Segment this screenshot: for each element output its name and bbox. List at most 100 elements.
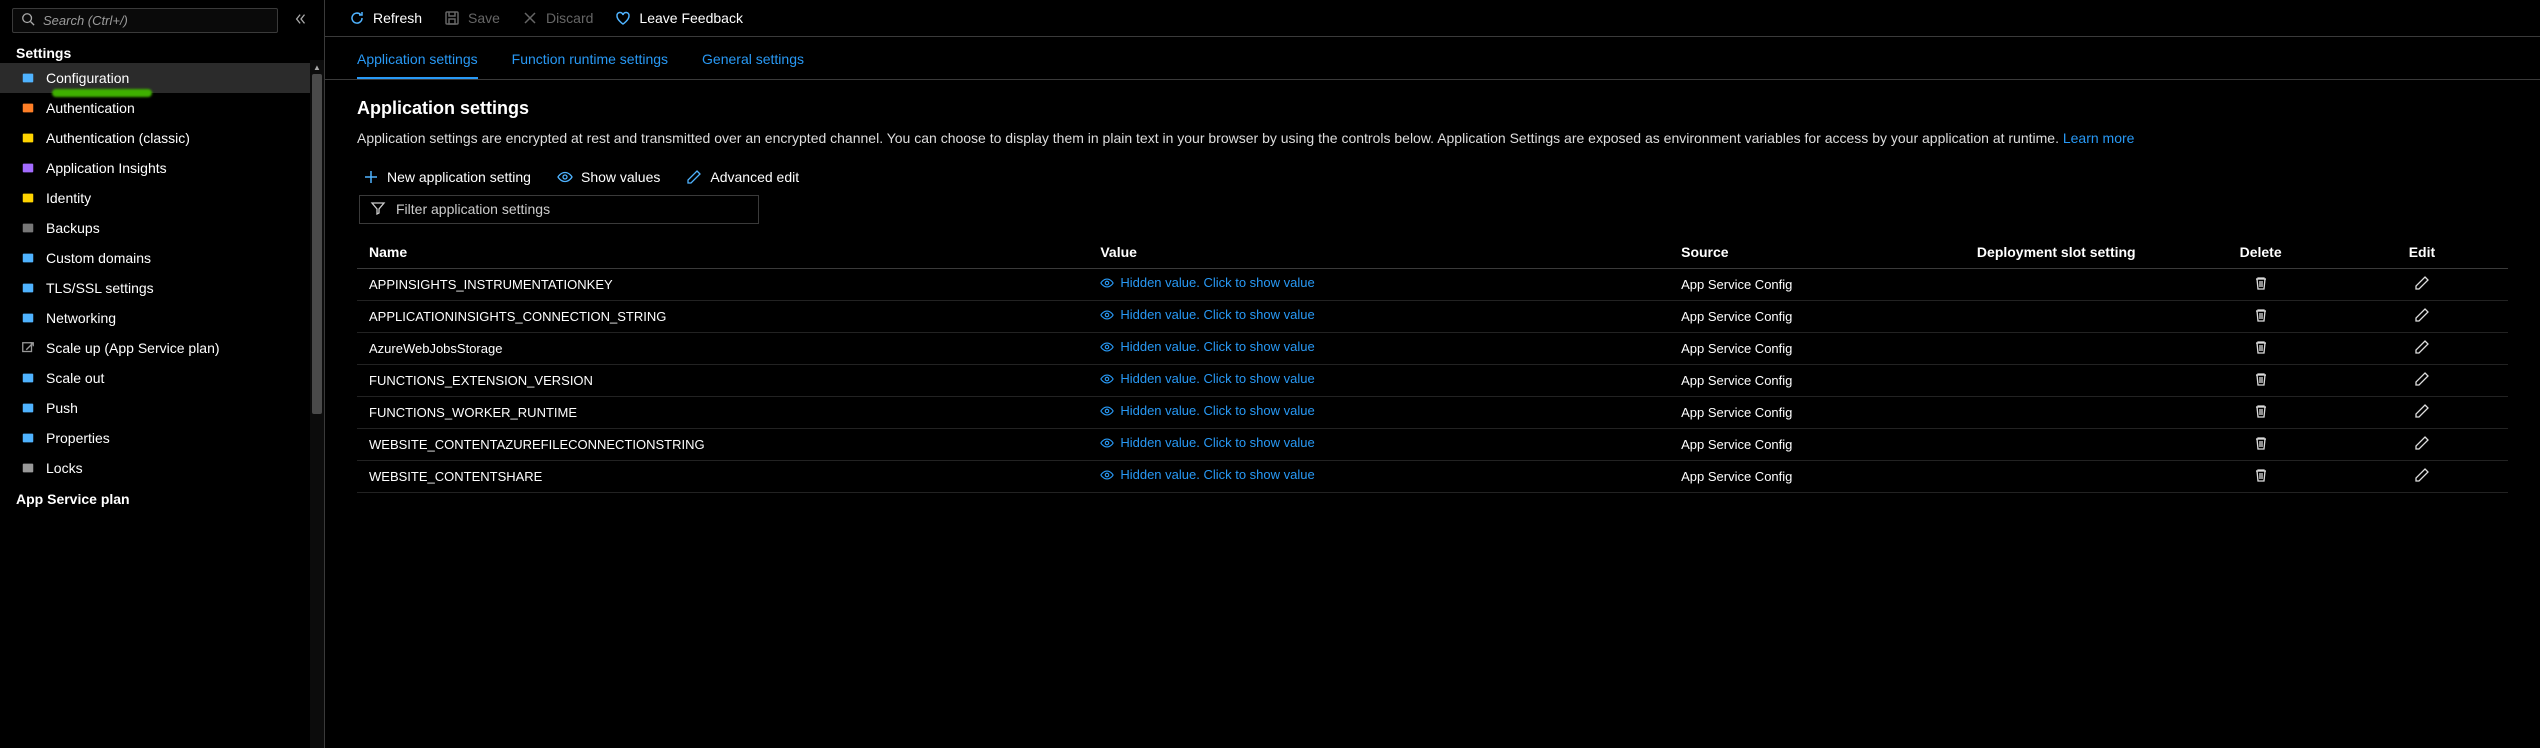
tab-function-runtime-settings[interactable]: Function runtime settings <box>512 51 668 79</box>
column-deployment-slot-setting[interactable]: Deployment slot setting <box>1927 236 2185 269</box>
advanced-edit-label: Advanced edit <box>710 169 799 185</box>
table-row: FUNCTIONS_EXTENSION_VERSIONHidden value.… <box>357 364 2508 396</box>
sidebar-item-label: Backups <box>46 220 100 236</box>
column-source[interactable]: Source <box>1669 236 1927 269</box>
sidebar-item-label: Networking <box>46 310 116 326</box>
new-setting-button[interactable]: New application setting <box>363 169 531 185</box>
sidebar-item-label: Properties <box>46 430 110 446</box>
hidden-value-link[interactable]: Hidden value. Click to show value <box>1100 403 1314 418</box>
sidebar-item-scale-up-app-service-plan[interactable]: Scale up (App Service plan) <box>0 333 324 363</box>
hidden-value-link[interactable]: Hidden value. Click to show value <box>1100 467 1314 482</box>
sidebar-item-label: TLS/SSL settings <box>46 280 154 296</box>
lock-icon <box>20 460 36 476</box>
hidden-value-link[interactable]: Hidden value. Click to show value <box>1100 275 1314 290</box>
cell-slot <box>1927 460 2185 492</box>
feedback-button[interactable]: Leave Feedback <box>615 10 743 26</box>
network-icon <box>20 310 36 326</box>
save-button[interactable]: Save <box>444 10 500 26</box>
filter-input[interactable] <box>394 200 748 218</box>
delete-button[interactable] <box>2253 407 2269 422</box>
sidebar-item-properties[interactable]: Properties <box>0 423 324 453</box>
save-label: Save <box>468 10 500 26</box>
sidebar-item-authentication-classic[interactable]: Authentication (classic) <box>0 123 324 153</box>
sidebar-item-label: Authentication <box>46 100 135 116</box>
cell-source: App Service Config <box>1669 300 1927 332</box>
sidebar-item-configuration[interactable]: Configuration <box>0 63 324 93</box>
collapse-sidebar-button[interactable] <box>290 8 312 33</box>
cell-name: WEBSITE_CONTENTAZUREFILECONNECTIONSTRING <box>357 428 1088 460</box>
sliders-icon <box>20 70 36 86</box>
sidebar-item-authentication[interactable]: Authentication <box>0 93 324 123</box>
shield-icon <box>20 280 36 296</box>
refresh-icon <box>349 10 365 26</box>
sidebar-item-label: Scale up (App Service plan) <box>46 340 220 356</box>
feedback-label: Leave Feedback <box>639 10 743 26</box>
sidebar: Settings Configuration Authentication Au… <box>0 0 325 748</box>
sidebar-item-networking[interactable]: Networking <box>0 303 324 333</box>
search-input[interactable] <box>41 12 269 29</box>
search-box[interactable] <box>12 8 278 33</box>
delete-button[interactable] <box>2253 471 2269 486</box>
tab-general-settings[interactable]: General settings <box>702 51 804 79</box>
cell-name: APPLICATIONINSIGHTS_CONNECTION_STRING <box>357 300 1088 332</box>
refresh-label: Refresh <box>373 10 422 26</box>
sidebar-scrollbar[interactable]: ▲ <box>310 60 324 748</box>
column-delete[interactable]: Delete <box>2185 236 2336 269</box>
discard-button[interactable]: Discard <box>522 10 593 26</box>
pencil-icon <box>686 169 702 185</box>
refresh-button[interactable]: Refresh <box>349 10 422 26</box>
sidebar-item-application-insights[interactable]: Application Insights <box>0 153 324 183</box>
sidebar-section-asp: App Service plan <box>0 485 324 509</box>
edit-button[interactable] <box>2414 407 2430 422</box>
auth-icon <box>20 100 36 116</box>
delete-button[interactable] <box>2253 311 2269 326</box>
cell-source: App Service Config <box>1669 364 1927 396</box>
hidden-value-link[interactable]: Hidden value. Click to show value <box>1100 435 1314 450</box>
tab-application-settings[interactable]: Application settings <box>357 51 478 79</box>
cell-slot <box>1927 364 2185 396</box>
settings-table: NameValueSourceDeployment slot settingDe… <box>357 236 2508 493</box>
sidebar-item-locks[interactable]: Locks <box>0 453 324 483</box>
page-title: Application settings <box>357 98 2508 119</box>
delete-button[interactable] <box>2253 439 2269 454</box>
hidden-value-link[interactable]: Hidden value. Click to show value <box>1100 371 1314 386</box>
table-row: APPINSIGHTS_INSTRUMENTATIONKEYHidden val… <box>357 268 2508 300</box>
edit-button[interactable] <box>2414 343 2430 358</box>
save-icon <box>444 10 460 26</box>
scrollbar-thumb[interactable] <box>312 74 322 414</box>
cell-name: AzureWebJobsStorage <box>357 332 1088 364</box>
column-value[interactable]: Value <box>1088 236 1669 269</box>
edit-button[interactable] <box>2414 311 2430 326</box>
edit-button[interactable] <box>2414 439 2430 454</box>
backup-icon <box>20 220 36 236</box>
delete-button[interactable] <box>2253 375 2269 390</box>
column-edit[interactable]: Edit <box>2336 236 2508 269</box>
table-row: WEBSITE_CONTENTSHAREHidden value. Click … <box>357 460 2508 492</box>
show-values-button[interactable]: Show values <box>557 169 660 185</box>
learn-more-link[interactable]: Learn more <box>2063 130 2135 146</box>
sidebar-item-label: Identity <box>46 190 91 206</box>
bulb-icon <box>20 160 36 176</box>
sidebar-item-backups[interactable]: Backups <box>0 213 324 243</box>
sidebar-item-label: Authentication (classic) <box>46 130 190 146</box>
edit-button[interactable] <box>2414 375 2430 390</box>
hidden-value-link[interactable]: Hidden value. Click to show value <box>1100 339 1314 354</box>
filter-box[interactable] <box>359 195 759 224</box>
edit-button[interactable] <box>2414 279 2430 294</box>
hidden-value-link[interactable]: Hidden value. Click to show value <box>1100 307 1314 322</box>
tabs: Application settings Function runtime set… <box>325 37 2540 80</box>
scrollbar-up-icon[interactable]: ▲ <box>310 60 324 74</box>
edit-button[interactable] <box>2414 471 2430 486</box>
sidebar-item-tls-ssl-settings[interactable]: TLS/SSL settings <box>0 273 324 303</box>
delete-button[interactable] <box>2253 343 2269 358</box>
eye-icon <box>557 169 573 185</box>
advanced-edit-button[interactable]: Advanced edit <box>686 169 799 185</box>
sidebar-item-scale-out[interactable]: Scale out <box>0 363 324 393</box>
sidebar-item-push[interactable]: Push <box>0 393 324 423</box>
delete-button[interactable] <box>2253 279 2269 294</box>
cell-source: App Service Config <box>1669 460 1927 492</box>
sidebar-item-custom-domains[interactable]: Custom domains <box>0 243 324 273</box>
cell-source: App Service Config <box>1669 332 1927 364</box>
column-name[interactable]: Name <box>357 236 1088 269</box>
sidebar-item-identity[interactable]: Identity <box>0 183 324 213</box>
